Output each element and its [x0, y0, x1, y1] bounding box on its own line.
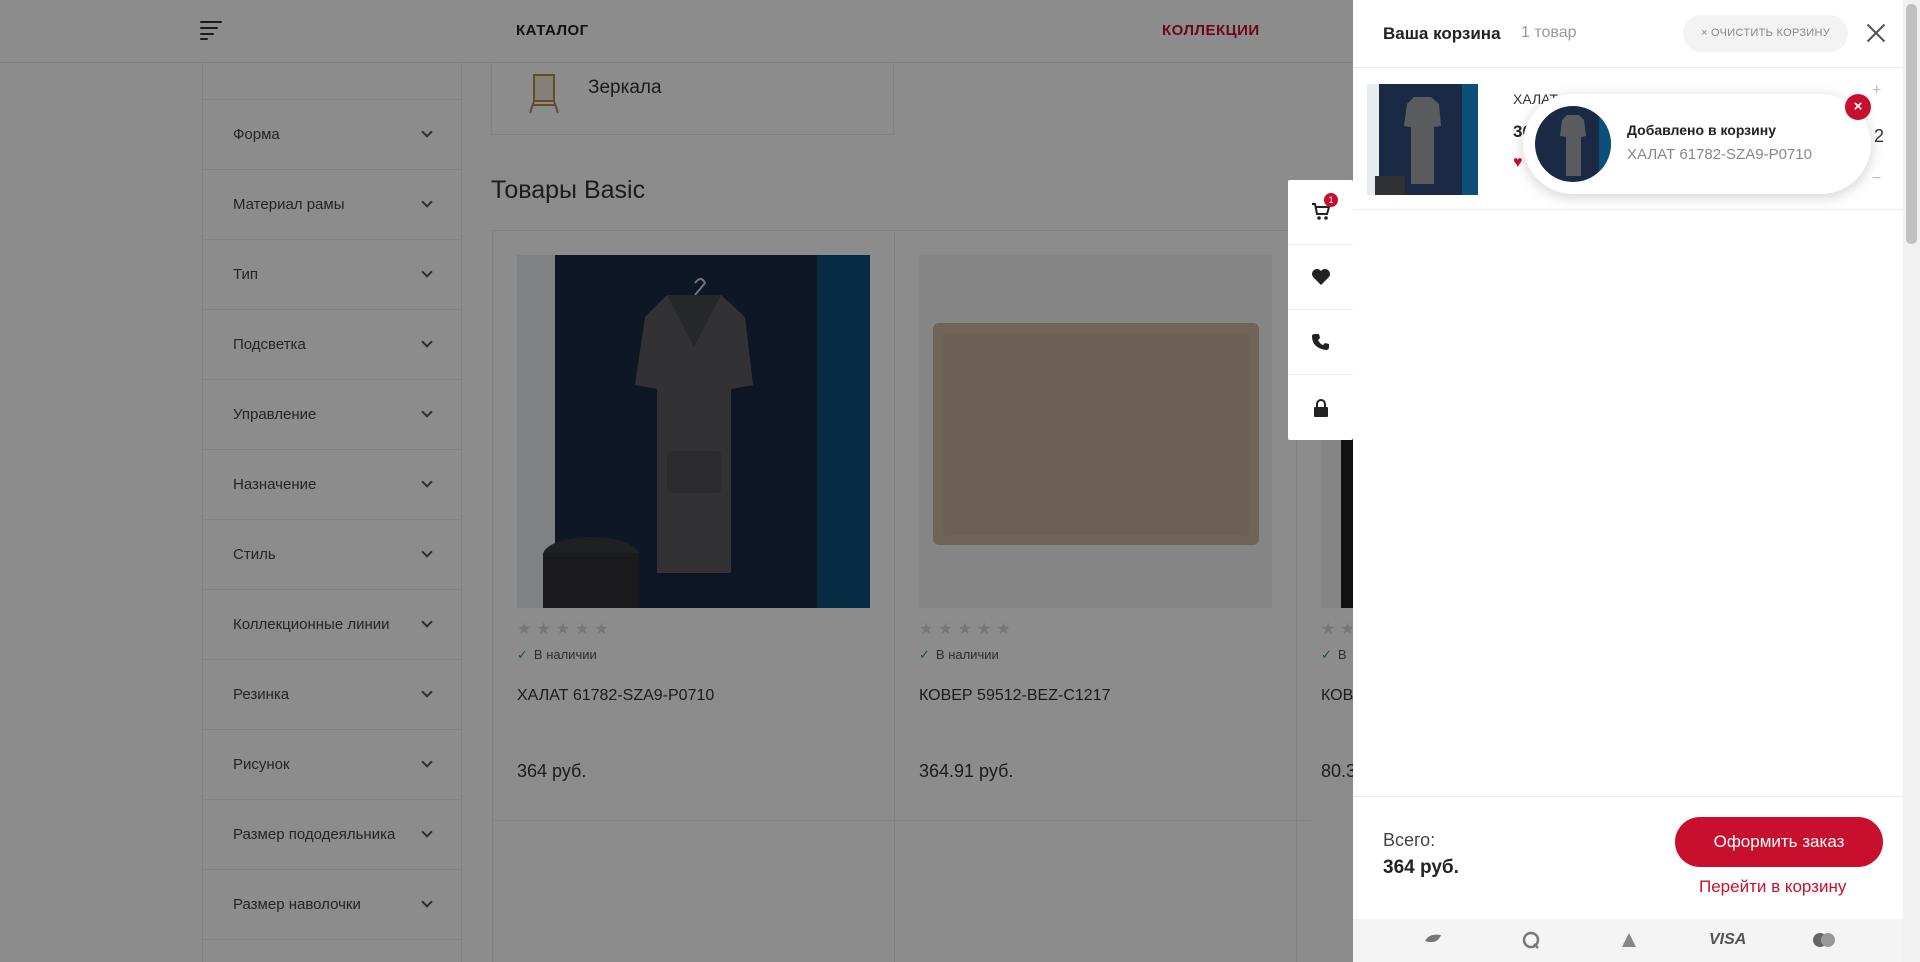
- cart-title: Ваша корзина: [1383, 24, 1501, 43]
- quantity-increase-button[interactable]: +: [1872, 82, 1881, 100]
- lock-icon: [1313, 398, 1328, 417]
- cart-button[interactable]: 1: [1288, 180, 1353, 245]
- total-value: 364 руб.: [1383, 857, 1459, 878]
- notification-title: Добавлено в корзину: [1627, 122, 1776, 138]
- notification-product-name: ХАЛАТ 61782-SZA9-P0710: [1627, 146, 1812, 163]
- checkout-button[interactable]: Оформить заказ: [1675, 817, 1883, 867]
- clear-cart-button[interactable]: × ОЧИСТИТЬ КОРЗИНУ: [1683, 15, 1848, 52]
- sber-icon: [1425, 934, 1441, 943]
- heart-icon: [1311, 269, 1330, 285]
- phone-icon: [1311, 334, 1329, 350]
- notification-product-image: [1535, 106, 1611, 182]
- heart-icon[interactable]: ♥: [1513, 154, 1523, 172]
- cart-footer: Всего: 364 руб. Оформить заказ Перейти в…: [1353, 796, 1903, 919]
- favorites-button[interactable]: [1288, 245, 1353, 310]
- close-icon[interactable]: [1864, 21, 1888, 45]
- visa-label: VISA: [1709, 931, 1747, 948]
- cart-item-image[interactable]: [1367, 84, 1478, 195]
- scrollbar-thumb[interactable]: [1906, 4, 1917, 244]
- phone-button[interactable]: [1288, 310, 1353, 375]
- quantity-value: 2: [1874, 126, 1885, 146]
- cart-item-count: 1 товар: [1521, 24, 1577, 41]
- total-label: Всего:: [1383, 830, 1436, 850]
- cart-drawer: Ваша корзина 1 товар × ОЧИСТИТЬ КОРЗИНУ …: [1353, 0, 1903, 962]
- page-scrollbar[interactable]: [1903, 0, 1920, 962]
- quantity-decrease-button[interactable]: −: [1872, 170, 1881, 188]
- cart-count-badge: 1: [1324, 193, 1338, 207]
- cart-header: Ваша корзина 1 товар × ОЧИСТИТЬ КОРЗИНУ: [1353, 0, 1903, 68]
- added-to-cart-notification: Добавлено в корзину ХАЛАТ 61782-SZA9-P07…: [1523, 94, 1871, 194]
- mastercard-icon: [1813, 933, 1835, 947]
- notification-close-button[interactable]: ×: [1845, 94, 1871, 120]
- go-to-cart-link[interactable]: Перейти в корзину: [1699, 877, 1846, 897]
- account-button[interactable]: [1288, 375, 1353, 440]
- qiwi-icon: [1522, 931, 1540, 949]
- payment-methods: VISA: [1353, 919, 1903, 962]
- floating-actions: 1: [1288, 180, 1353, 440]
- yandex-icon: [1622, 933, 1636, 947]
